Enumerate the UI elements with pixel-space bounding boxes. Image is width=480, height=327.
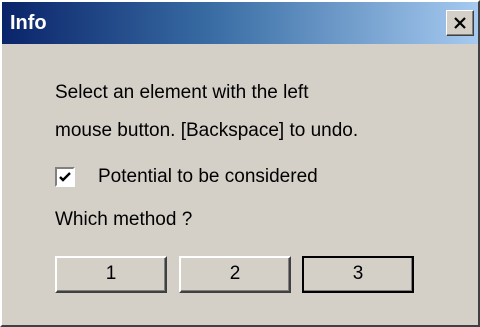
potential-checkbox-label[interactable]: Potential to be considered (98, 165, 318, 189)
title-bar[interactable]: Info (2, 2, 478, 44)
method-question: Which method ? (55, 209, 193, 230)
checkmark-icon (59, 172, 71, 182)
method-1-button[interactable]: 1 (55, 256, 167, 293)
window-title: Info (10, 12, 47, 34)
instruction-line-2: mouse button. [Backspace] to undo. (55, 120, 359, 141)
method-3-button[interactable]: 3 (302, 256, 414, 293)
close-icon (454, 17, 466, 29)
instruction-text: Select an element with the left mouse bu… (55, 74, 358, 150)
potential-checkbox-row[interactable]: Potential to be considered (55, 165, 318, 189)
method-2-button[interactable]: 2 (179, 256, 291, 293)
close-button[interactable] (446, 10, 474, 36)
potential-checkbox[interactable] (55, 167, 75, 187)
info-dialog: Info Select an element with the left mou… (0, 0, 480, 327)
instruction-line-1: Select an element with the left (55, 82, 309, 103)
